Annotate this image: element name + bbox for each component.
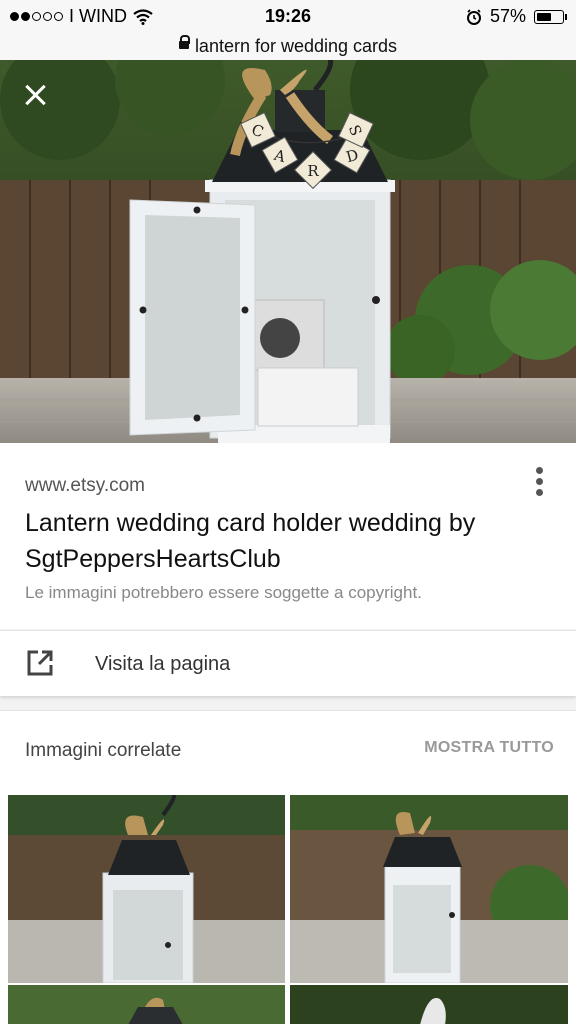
more-vert-icon[interactable]: [534, 467, 544, 501]
status-bar: I WIND 19:26 57%: [0, 0, 576, 32]
battery-percent: 57%: [489, 6, 526, 26]
related-thumbnail[interactable]: [290, 795, 568, 983]
related-thumbnail[interactable]: [8, 795, 285, 983]
open-in-new-icon: [27, 650, 53, 676]
related-images-section: Immagini correlate MOSTRA TUTTO: [0, 710, 576, 1024]
related-images-title: Immagini correlate: [25, 740, 182, 761]
visit-page-label: Visita la pagina: [95, 653, 231, 675]
lantern-photo: CARDS: [0, 60, 576, 443]
source-domain[interactable]: www.etsy.com: [25, 475, 145, 497]
url-text[interactable]: lantern for wedding cards: [195, 36, 397, 57]
result-title[interactable]: Lantern wedding card holder wedding by S…: [25, 505, 515, 577]
related-thumbnail[interactable]: [8, 985, 285, 1024]
show-all-button[interactable]: MOSTRA TUTTO: [424, 739, 554, 757]
copyright-notice: Le immagini potrebbero essere soggette a…: [25, 583, 422, 602]
hero-image[interactable]: CARDS: [0, 60, 576, 443]
related-thumbnail[interactable]: [290, 985, 568, 1024]
lock-icon: [178, 35, 190, 53]
alarm-icon: [466, 8, 481, 25]
close-icon[interactable]: [22, 82, 48, 108]
banner-letter: R: [307, 162, 319, 180]
result-info-card: www.etsy.com Lantern wedding card holder…: [0, 443, 576, 629]
visit-page-button[interactable]: Visita la pagina: [0, 630, 576, 696]
url-bar[interactable]: lantern for wedding cards: [0, 32, 576, 60]
status-right: 57%: [466, 6, 567, 27]
battery-icon: [534, 9, 567, 24]
